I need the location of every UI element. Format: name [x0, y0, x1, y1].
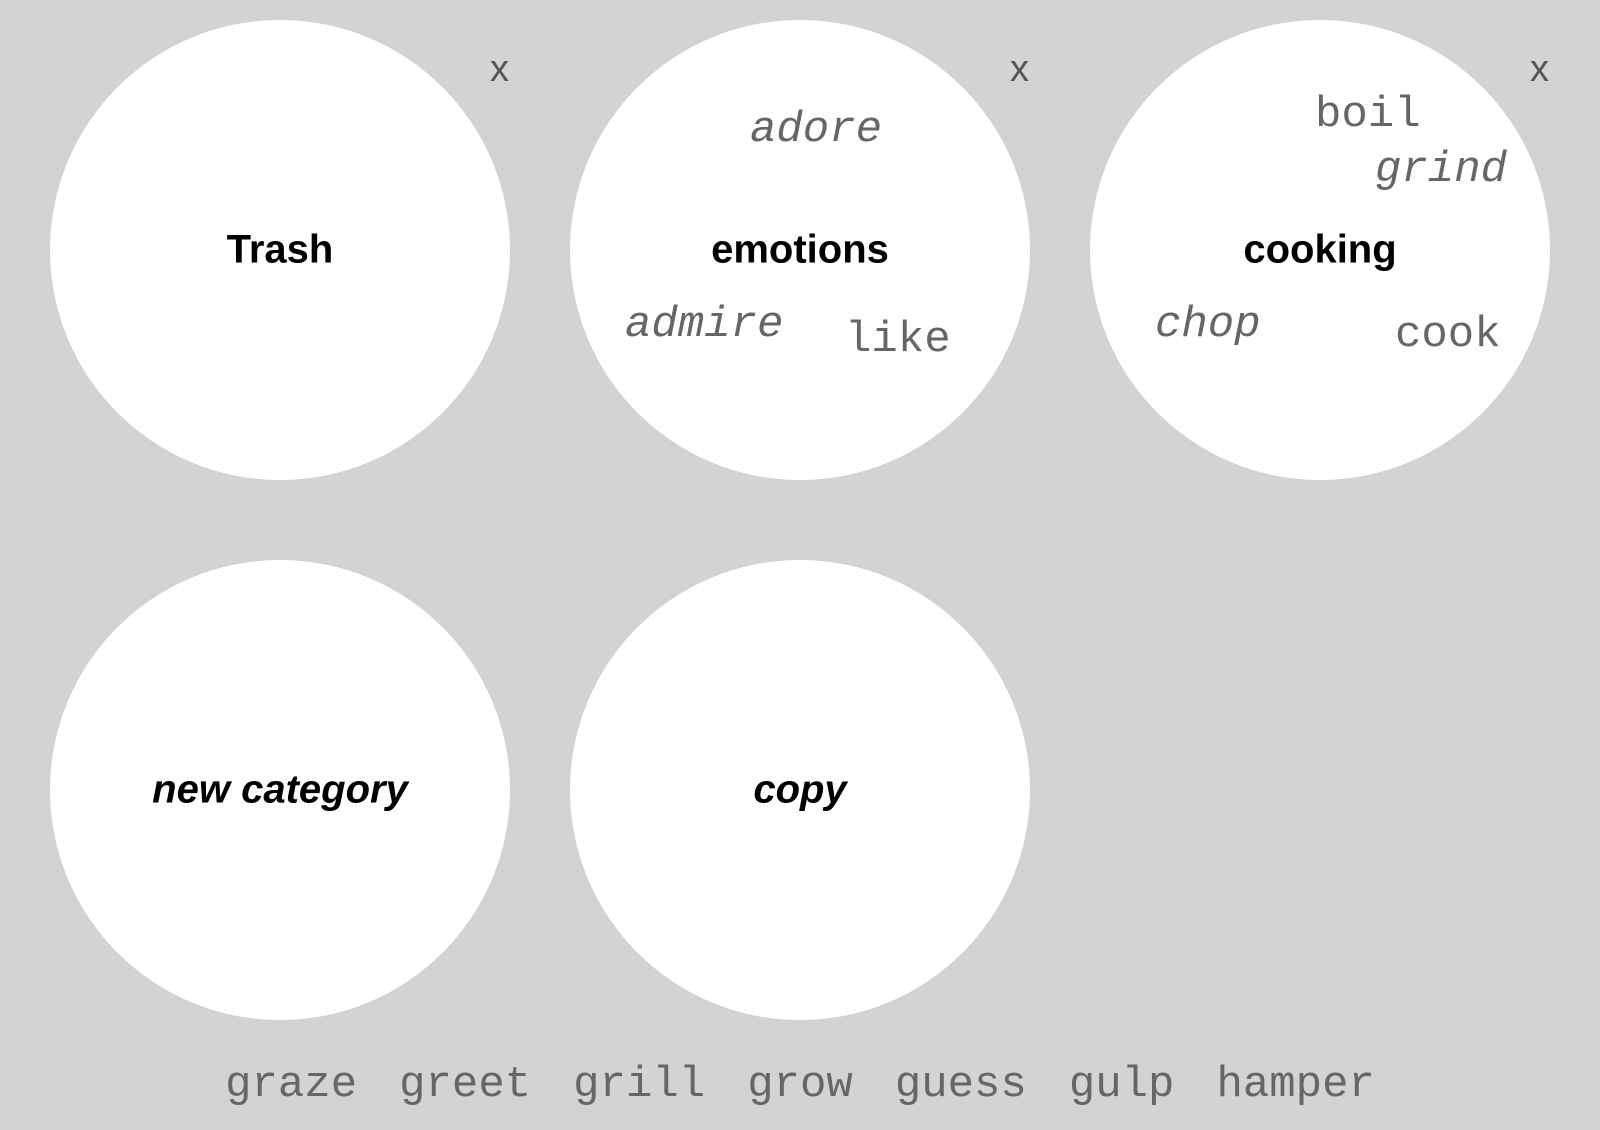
- copy-circle[interactable]: copy: [570, 560, 1030, 1020]
- word-guess[interactable]: guess: [895, 1060, 1027, 1110]
- word-grill[interactable]: grill: [573, 1060, 705, 1110]
- word-pool: graze greet grill grow guess gulp hamper: [0, 1060, 1600, 1110]
- word-gulp[interactable]: gulp: [1069, 1060, 1175, 1110]
- close-icon[interactable]: x: [1010, 48, 1029, 91]
- word-like[interactable]: like: [845, 315, 951, 365]
- word-graze[interactable]: graze: [225, 1060, 357, 1110]
- emotions-label: emotions: [711, 228, 889, 273]
- copy-label: copy: [753, 768, 846, 813]
- trash-circle[interactable]: Trash: [50, 20, 510, 480]
- emotions-circle[interactable]: emotions adore admire like: [570, 20, 1030, 480]
- word-grow[interactable]: grow: [747, 1060, 853, 1110]
- word-greet[interactable]: greet: [399, 1060, 531, 1110]
- word-grind[interactable]: grind: [1375, 145, 1507, 195]
- word-cook[interactable]: cook: [1395, 310, 1501, 360]
- word-boil[interactable]: boil: [1315, 90, 1421, 140]
- word-chop[interactable]: chop: [1155, 300, 1261, 350]
- close-icon[interactable]: x: [1530, 48, 1549, 91]
- new-category-circle[interactable]: new category: [50, 560, 510, 1020]
- cooking-circle[interactable]: cooking boil grind chop cook: [1090, 20, 1550, 480]
- trash-label: Trash: [227, 228, 334, 273]
- word-adore[interactable]: adore: [750, 105, 882, 155]
- close-icon[interactable]: x: [490, 48, 509, 91]
- word-admire[interactable]: admire: [625, 300, 783, 350]
- cooking-label: cooking: [1243, 228, 1396, 273]
- word-hamper[interactable]: hamper: [1216, 1060, 1374, 1110]
- new-category-label: new category: [152, 768, 408, 813]
